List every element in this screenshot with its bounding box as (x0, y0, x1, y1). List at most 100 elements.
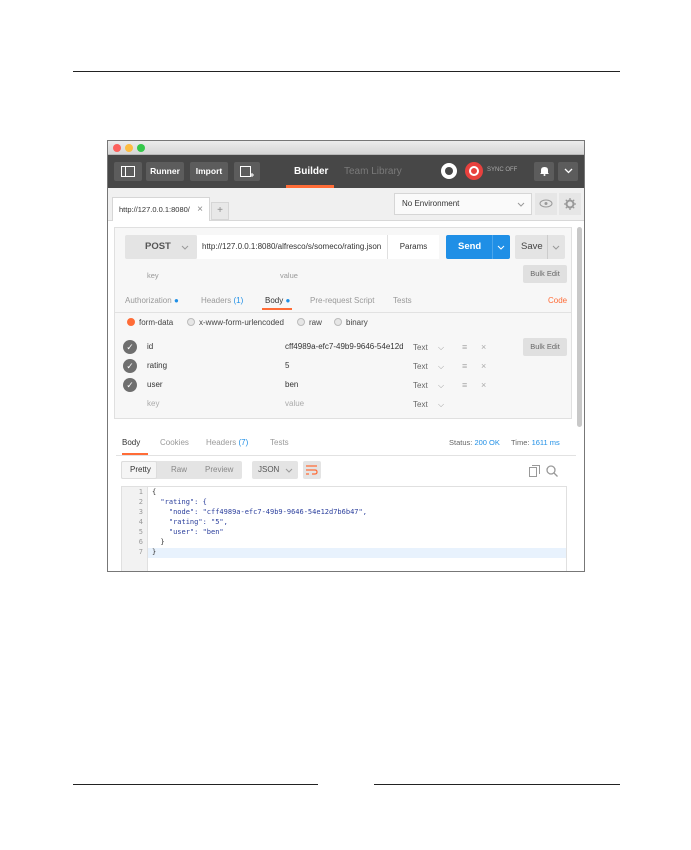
save-button[interactable]: Save (515, 235, 565, 259)
close-window-button[interactable] (113, 144, 121, 152)
tab-builder[interactable]: Builder (294, 166, 328, 177)
form-value[interactable]: cff4989a-efc7-49b9-9646-54e12d7b6b47 (285, 342, 403, 351)
check-icon[interactable]: ✓ (123, 359, 137, 373)
form-type-select[interactable]: Text (413, 343, 428, 352)
tab-body[interactable]: Body ● (265, 296, 290, 305)
chevron-down-icon (552, 245, 560, 250)
view-raw-button[interactable]: Raw (171, 465, 187, 474)
request-tab[interactable]: http://127.0.0.1:8080/ × (112, 197, 210, 221)
maximize-window-button[interactable] (137, 144, 145, 152)
form-key-placeholder[interactable]: key (147, 399, 159, 408)
code-line: "node": "cff4989a-efc7-49b9-9646-54e12d7… (152, 508, 367, 516)
code-link[interactable]: Code (548, 296, 567, 305)
tab-headers[interactable]: Headers (1) (201, 296, 243, 305)
form-type-select[interactable]: Text (413, 362, 428, 371)
search-icon[interactable] (546, 465, 558, 477)
response-tab-body[interactable]: Body (122, 438, 140, 447)
environment-select[interactable]: No Environment (394, 193, 532, 215)
chevron-down-icon[interactable]: ⌵ (438, 381, 444, 391)
param-bulk-edit-button[interactable]: Bulk Edit (523, 265, 567, 283)
form-value[interactable]: 5 (285, 361, 403, 370)
params-button[interactable]: Params (387, 235, 439, 259)
tab-prerequest-script[interactable]: Pre-request Script (310, 296, 374, 305)
row-menu-icon[interactable]: ≡ (462, 361, 467, 371)
chevron-down-icon (564, 168, 572, 174)
chevron-down-icon (497, 245, 505, 250)
response-body-editor[interactable]: 1 2 3 4 5 6 7 { "rating": { "node": "cff… (121, 486, 567, 571)
footer-rule-right (374, 784, 620, 785)
view-mode-switcher: Pretty Raw Preview (121, 461, 242, 479)
radio-form-data[interactable]: form-data (127, 318, 173, 327)
tab-team-library[interactable]: Team Library (344, 166, 402, 177)
radio-binary[interactable]: binary (334, 318, 368, 327)
url-param-key-input[interactable]: key (147, 271, 159, 280)
import-button[interactable]: Import (190, 162, 228, 181)
form-bulk-edit-button[interactable]: Bulk Edit (523, 338, 567, 356)
copy-icon[interactable] (529, 465, 540, 477)
save-button-label: Save (521, 241, 543, 252)
format-select[interactable]: JSON (252, 461, 298, 479)
environment-select-value: No Environment (402, 199, 460, 208)
interceptor-icon[interactable] (441, 163, 457, 179)
send-button-label: Send (458, 241, 482, 252)
line-number: 5 (138, 528, 143, 536)
add-tab-button[interactable]: + (211, 202, 229, 220)
radio-urlencoded[interactable]: x-www-form-urlencoded (187, 318, 284, 327)
new-window-button[interactable] (234, 162, 260, 181)
radio-raw[interactable]: raw (297, 318, 322, 327)
view-pretty-button[interactable]: Pretty (130, 465, 151, 474)
bell-icon (539, 167, 549, 176)
sidebar-toggle-button[interactable] (114, 162, 142, 181)
line-number: 1 (138, 488, 143, 496)
response-tab-cookies[interactable]: Cookies (160, 438, 189, 447)
view-preview-button[interactable]: Preview (205, 465, 233, 474)
chevron-down-icon[interactable]: ⌵ (438, 362, 444, 372)
code-line: "rating": "5", (152, 518, 228, 526)
new-window-icon (240, 166, 254, 177)
tab-authorization[interactable]: Authorization ● (125, 296, 179, 305)
form-key[interactable]: rating (147, 361, 167, 370)
environment-quick-look-button[interactable] (535, 193, 557, 215)
form-value[interactable]: ben (285, 380, 403, 389)
chevron-down-icon[interactable]: ⌵ (438, 400, 444, 410)
wrap-lines-button[interactable] (303, 461, 321, 479)
method-select[interactable]: POST (125, 235, 197, 259)
form-key[interactable]: user (147, 380, 163, 389)
form-value-placeholder[interactable]: value (285, 399, 403, 408)
close-icon[interactable]: × (197, 198, 203, 222)
tab-tests[interactable]: Tests (393, 296, 412, 305)
request-tab-label: http://127.0.0.1:8080/ (119, 205, 190, 214)
format-select-value: JSON (258, 465, 280, 474)
form-type-select[interactable]: Text (413, 381, 428, 390)
code-line: } (152, 538, 165, 546)
status-badge: Status: 200 OK (449, 438, 500, 447)
url-param-value-input[interactable]: value (280, 271, 298, 280)
delete-row-icon[interactable]: × (481, 361, 486, 371)
form-type-select[interactable]: Text (413, 400, 428, 409)
notifications-button[interactable] (534, 162, 554, 181)
delete-row-icon[interactable]: × (481, 380, 486, 390)
check-icon[interactable]: ✓ (123, 340, 137, 354)
response-tab-headers[interactable]: Headers (7) (206, 438, 248, 447)
minimize-window-button[interactable] (125, 144, 133, 152)
body-tab-indicator (262, 308, 292, 310)
code-line: } (152, 548, 157, 556)
response-tab-tests[interactable]: Tests (270, 438, 289, 447)
runner-button[interactable]: Runner (146, 162, 184, 181)
row-menu-icon[interactable]: ≡ (462, 342, 467, 352)
chevron-down-icon[interactable]: ⌵ (438, 343, 444, 353)
form-key[interactable]: id (147, 342, 153, 351)
check-icon[interactable]: ✓ (123, 378, 137, 392)
settings-menu-button[interactable] (558, 162, 578, 181)
sync-icon[interactable] (465, 162, 483, 180)
chevron-down-icon (181, 245, 189, 250)
table-row: ✓ id cff4989a-efc7-49b9-9646-54e12d7b6b4… (115, 338, 415, 357)
manage-environments-button[interactable] (559, 193, 581, 215)
scrollbar[interactable] (577, 227, 582, 427)
code-line: { (152, 488, 157, 496)
divider (116, 455, 576, 456)
url-input[interactable]: http://127.0.0.1:8080/alfresco/s/someco/… (197, 235, 387, 259)
row-menu-icon[interactable]: ≡ (462, 380, 467, 390)
delete-row-icon[interactable]: × (481, 342, 486, 352)
send-button[interactable]: Send (446, 235, 510, 259)
